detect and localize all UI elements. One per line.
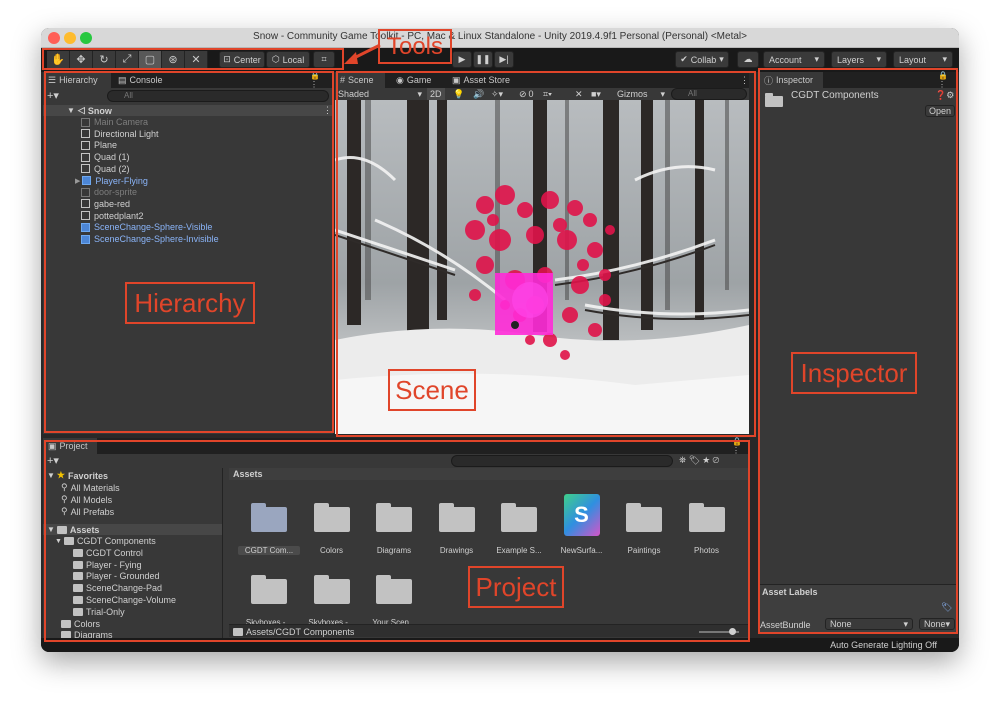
title-bar: Snow - Community Game Toolkit - PC, Mac … [41,28,959,48]
layout-dropdown[interactable]: Layout ▾ [893,51,953,68]
collab-button[interactable]: ✔ Collab ▾ [675,51,729,68]
play-button[interactable]: ▶ [452,51,472,68]
annotation-label-project: Project [468,566,564,608]
layout-label: Layout [899,54,927,65]
layers-dropdown[interactable]: Layers ▾ [831,51,887,68]
annotation-box-project [44,440,750,642]
annotation-label-hierarchy: Hierarchy [125,282,255,324]
lighting-status-text: Auto Generate Lighting Off [830,640,937,650]
annotation-label-inspector: Inspector [791,352,917,394]
pause-button[interactable]: ❚❚ [473,51,493,68]
annotation-arrow-icon [344,43,381,64]
step-button[interactable]: ▶| [494,51,514,68]
annotation-label-scene: Scene [388,369,476,411]
window-title: Snow - Community Game Toolkit - PC, Mac … [253,31,747,42]
account-dropdown[interactable]: Account ▾ [763,51,825,68]
collab-label: Collab [690,54,717,65]
annotation-box-inspector [758,68,958,634]
layers-label: Layers [837,54,865,65]
annotation-box-hierarchy [44,71,334,433]
cloud-icon[interactable]: ☁ [737,51,759,68]
annotation-box-tools [42,48,344,70]
account-label: Account [769,54,802,65]
